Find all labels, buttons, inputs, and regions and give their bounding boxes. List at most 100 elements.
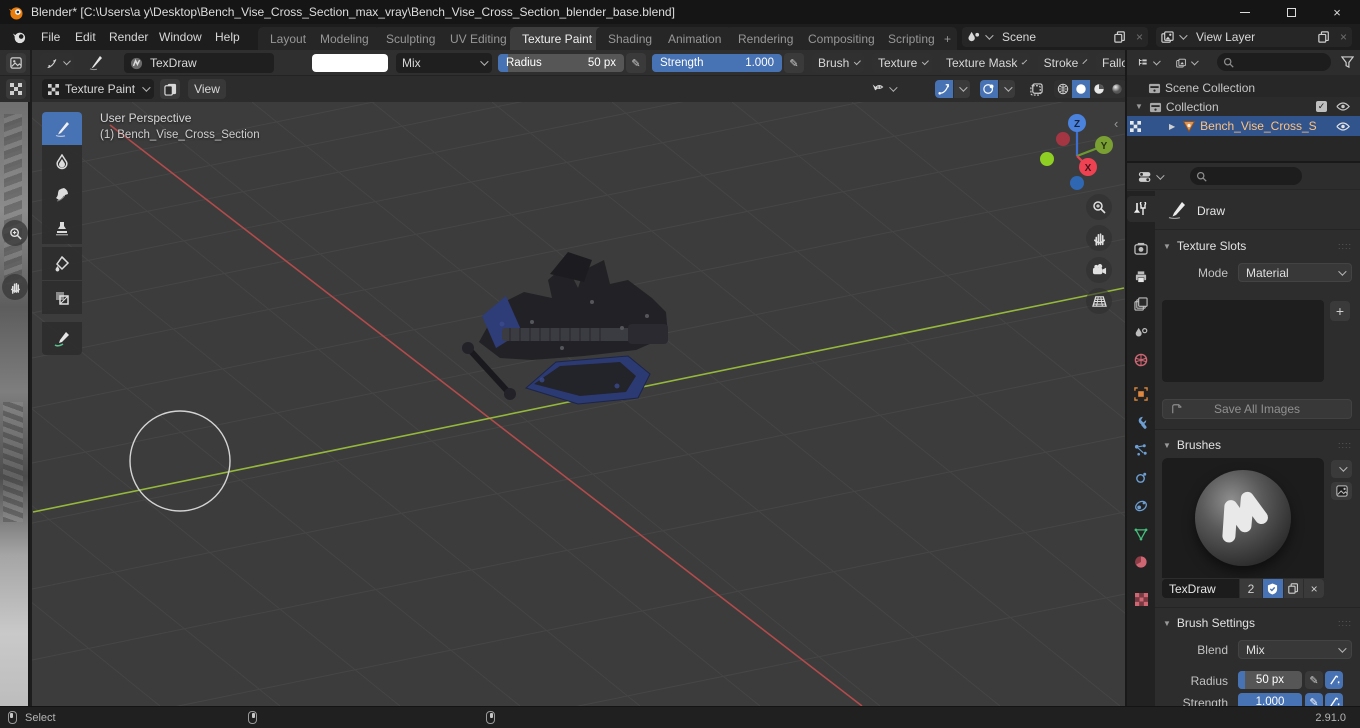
workspace-tab-sculpting[interactable]: Sculpting [374, 27, 448, 50]
shading-wireframe-button[interactable] [1054, 80, 1072, 98]
viewport-pan-icon[interactable] [1086, 225, 1112, 251]
image-editor-type-button[interactable] [6, 53, 26, 73]
menu-render[interactable]: Render [100, 24, 157, 50]
brush-icon-button[interactable] [1331, 482, 1352, 500]
outliner-row-scene-collection[interactable]: Scene Collection [1127, 78, 1360, 97]
minimize-button[interactable] [1222, 0, 1268, 24]
brush-color-swatch[interactable] [312, 54, 388, 72]
view-layer-new-button[interactable] [1313, 27, 1335, 47]
tool-soften[interactable] [42, 145, 82, 178]
brush-users-count[interactable]: 2 [1240, 579, 1262, 598]
expand-icon[interactable]: ▶ [1169, 122, 1175, 131]
radius-slider[interactable]: 50 px [1238, 671, 1302, 689]
brush-popover[interactable]: Brush [812, 53, 864, 73]
stroke-popover[interactable]: Stroke [1038, 53, 1090, 73]
properties-editor-type-button[interactable] [1132, 167, 1168, 187]
panel-texture-slots[interactable]: ▼ Texture Slots :::: [1155, 235, 1360, 257]
view-menu[interactable]: View [188, 79, 226, 99]
texture-popover[interactable]: Texture [872, 53, 932, 73]
maximize-button[interactable] [1268, 0, 1314, 24]
workspace-tab-rendering[interactable]: Rendering [726, 27, 806, 50]
unlink-brush-button[interactable]: × [1304, 579, 1324, 598]
scene-unlink-button[interactable]: × [1131, 27, 1148, 47]
tool-annotate[interactable] [42, 322, 82, 355]
add-texture-slot-button[interactable]: + [1330, 301, 1350, 321]
tab-object-data[interactable] [1127, 521, 1155, 547]
object-visibility-popover[interactable] [865, 79, 901, 99]
scene-new-button[interactable] [1109, 27, 1131, 47]
viewport-3d[interactable]: User Perspective (1) Bench_Vise_Cross_Se… [32, 102, 1125, 706]
outliner-display-mode-button[interactable] [1170, 53, 1202, 73]
gizmos-dropdown[interactable] [954, 80, 970, 98]
tool-smear[interactable] [42, 178, 82, 211]
tab-physics[interactable] [1127, 465, 1155, 491]
tab-constraints[interactable] [1127, 493, 1155, 519]
shading-material-button[interactable] [1090, 80, 1108, 98]
panel-grip[interactable]: :::: [1338, 440, 1352, 450]
expand-icon[interactable]: ▼ [1135, 102, 1143, 111]
tool-fill[interactable] [42, 247, 82, 280]
draw-tool-icon[interactable] [82, 54, 108, 72]
save-all-images-button[interactable]: Save All Images [1162, 399, 1352, 419]
menu-help[interactable]: Help [206, 24, 249, 50]
viewport-zoom-icon[interactable] [1086, 194, 1112, 220]
outliner-search-input[interactable] [1217, 53, 1331, 71]
blender-menu-button[interactable] [2, 24, 36, 50]
outliner-row-object[interactable]: ▶ Bench_Vise_Cross_S [1127, 116, 1360, 136]
mode-dropdown[interactable]: Material [1238, 263, 1352, 282]
duplicate-brush-button[interactable] [1283, 579, 1304, 598]
tab-tool[interactable] [1127, 196, 1155, 222]
workspace-tab-uv-editing[interactable]: UV Editing [438, 27, 519, 50]
close-button[interactable]: × [1314, 0, 1360, 24]
panel-grip[interactable]: :::: [1338, 618, 1352, 628]
image-pan-icon[interactable] [2, 274, 28, 300]
xray-toggle-icon[interactable] [1027, 80, 1045, 98]
brush-preview[interactable] [1162, 458, 1324, 578]
tab-render[interactable] [1127, 235, 1155, 261]
viewport-camera-icon[interactable] [1086, 257, 1112, 283]
tool-draw[interactable] [42, 112, 82, 145]
radius-pen-icon[interactable]: ✎ [1305, 671, 1323, 689]
properties-search-input[interactable] [1190, 167, 1302, 185]
workspace-tab-scripting[interactable]: Scripting [876, 27, 947, 50]
image-copy-icon[interactable] [160, 79, 180, 99]
viewport-perspective-toggle-icon[interactable] [1086, 288, 1112, 314]
tab-scene[interactable] [1127, 319, 1155, 345]
eye-icon[interactable] [1336, 121, 1350, 132]
tab-world[interactable] [1127, 347, 1155, 373]
scene-name[interactable]: Scene [996, 30, 1109, 44]
workspace-tab-compositing[interactable]: Compositing [796, 27, 887, 50]
overlays-dropdown[interactable] [999, 80, 1015, 98]
tab-particles[interactable] [1127, 437, 1155, 463]
brush-preview-dropdown[interactable] [1331, 460, 1352, 478]
tab-modifiers[interactable] [1127, 409, 1155, 435]
blend-mode-dropdown[interactable]: Mix [396, 53, 492, 73]
blend-dropdown[interactable]: Mix [1238, 640, 1352, 659]
menu-edit[interactable]: Edit [66, 24, 105, 50]
shading-rendered-button[interactable] [1108, 80, 1126, 98]
texture-mask-popover[interactable]: Texture Mask [940, 53, 1030, 73]
radius-pressure-icon[interactable] [1325, 671, 1343, 689]
view-layer-remove-button[interactable]: × [1335, 27, 1352, 47]
add-workspace-button[interactable]: + [938, 27, 958, 50]
tab-output[interactable] [1127, 263, 1155, 289]
panel-brush-settings[interactable]: ▼ Brush Settings :::: [1155, 612, 1360, 634]
radius-pressure-icon[interactable]: ✎ [626, 53, 646, 73]
eye-icon[interactable] [1336, 101, 1350, 112]
mode-dropdown[interactable]: Texture Paint [42, 79, 154, 99]
brush-datablock-field[interactable]: TexDraw [124, 53, 274, 73]
outliner-editor-type-button[interactable] [1132, 53, 1164, 73]
strength-pressure-icon[interactable]: ✎ [784, 53, 804, 73]
radius-slider[interactable]: Radius 50 px [498, 54, 624, 72]
workspace-tab-animation[interactable]: Animation [656, 27, 734, 50]
scene-browse-button[interactable] [962, 27, 996, 47]
tab-texture[interactable] [1127, 586, 1155, 612]
gizmos-toggle[interactable] [935, 80, 953, 98]
workspace-tab-texture-paint[interactable]: Texture Paint [510, 27, 605, 50]
tab-view-layer[interactable] [1127, 291, 1155, 317]
tool-mask[interactable] [42, 281, 82, 314]
image-zoom-icon[interactable] [2, 220, 28, 246]
panel-brushes[interactable]: ▼ Brushes :::: [1155, 434, 1360, 456]
image-paint-mode-icon[interactable] [6, 79, 26, 99]
panel-grip[interactable]: :::: [1338, 241, 1352, 251]
